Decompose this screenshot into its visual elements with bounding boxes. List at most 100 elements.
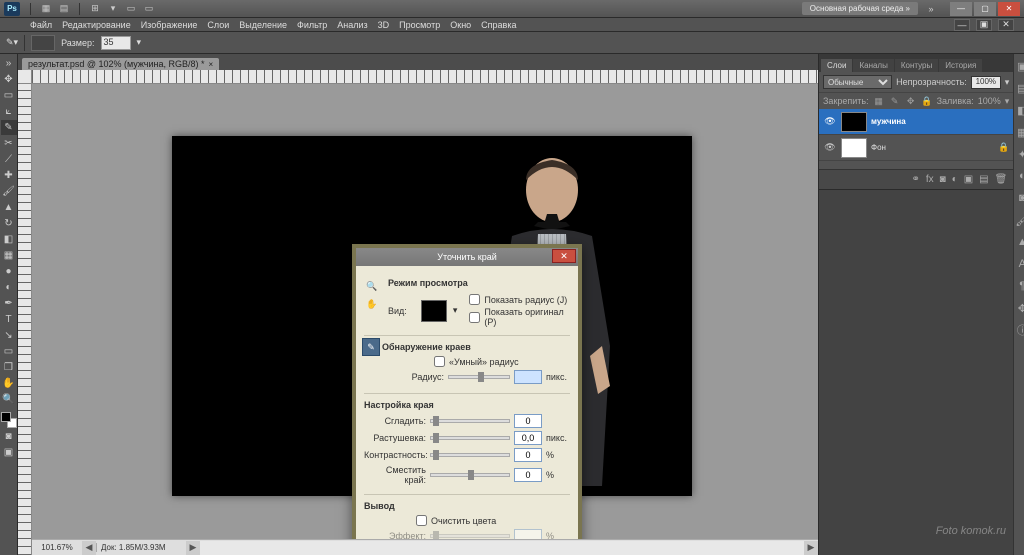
brush-tool[interactable]: 🖌 bbox=[1, 184, 17, 199]
tab-paths[interactable]: Контуры bbox=[895, 59, 938, 72]
arrange-icon[interactable]: ▭ bbox=[124, 2, 138, 16]
eyedropper-tool[interactable]: ⟋ bbox=[1, 152, 17, 167]
document-tab[interactable]: результат.psd @ 102% (мужчина, RGB/8) * … bbox=[22, 58, 219, 70]
tab-channels[interactable]: Каналы bbox=[853, 59, 893, 72]
scroll-left-icon[interactable]: ◀ bbox=[82, 541, 96, 555]
cs-live-icon[interactable]: » bbox=[924, 2, 938, 16]
collapsed-swatches-icon[interactable]: ▦ bbox=[1014, 124, 1024, 140]
collapsed-info-icon[interactable]: ⓘ bbox=[1014, 322, 1024, 338]
view-dropdown-icon[interactable]: ▾ bbox=[453, 305, 458, 316]
menu-window[interactable]: Окно bbox=[450, 20, 471, 30]
adjustment-layer-icon[interactable]: ◐ bbox=[952, 174, 958, 185]
show-original-checkbox[interactable] bbox=[469, 312, 480, 323]
collapsed-nav-icon[interactable]: ✥ bbox=[1014, 300, 1024, 316]
healing-tool[interactable]: ✚ bbox=[1, 168, 17, 183]
smooth-input[interactable] bbox=[514, 414, 542, 428]
layer-style-icon[interactable]: fx bbox=[926, 174, 934, 185]
new-layer-icon[interactable]: ▤ bbox=[979, 174, 988, 185]
collapsed-adjust-icon[interactable]: ◐ bbox=[1014, 168, 1024, 184]
feather-slider[interactable] bbox=[430, 436, 510, 440]
scroll-right-icon[interactable]: ▶ bbox=[804, 541, 818, 555]
lock-all-icon[interactable]: 🔒 bbox=[921, 95, 933, 107]
lock-position-icon[interactable]: ✥ bbox=[905, 95, 917, 107]
zoom-level[interactable]: 101.67% bbox=[32, 543, 82, 552]
delete-layer-icon[interactable]: 🗑 bbox=[995, 174, 1008, 185]
layer-name[interactable]: мужчина bbox=[871, 117, 906, 126]
menu-image[interactable]: Изображение bbox=[141, 20, 198, 30]
horizontal-scrollbar[interactable] bbox=[200, 541, 804, 555]
crop-tool[interactable]: ✂ bbox=[1, 136, 17, 151]
size-input[interactable]: 35 bbox=[101, 36, 131, 50]
quick-select-tool[interactable]: ✎ bbox=[1, 120, 17, 135]
marquee-tool[interactable]: ▭ bbox=[1, 88, 17, 103]
menu-select[interactable]: Выделение bbox=[239, 20, 287, 30]
eraser-tool[interactable]: ◧ bbox=[1, 232, 17, 247]
canvas[interactable]: Уточнить край ✕ 🔍 ✋ bbox=[172, 136, 692, 496]
decontaminate-checkbox[interactable] bbox=[416, 515, 427, 526]
type-tool[interactable]: T bbox=[1, 312, 17, 327]
stamp-tool[interactable]: ▲ bbox=[1, 200, 17, 215]
refine-radius-tool[interactable]: ✎ bbox=[362, 338, 380, 356]
layer-mask-icon[interactable]: ◙ bbox=[940, 174, 946, 185]
contrast-slider[interactable] bbox=[430, 453, 510, 457]
hand-tool-icon[interactable]: ✋ bbox=[364, 296, 380, 312]
view-extras-icon[interactable]: ⊞ bbox=[88, 2, 102, 16]
layer-row[interactable]: 👁 Фон 🔒 bbox=[819, 135, 1013, 161]
blend-mode-select[interactable]: Обычные bbox=[823, 75, 892, 89]
path-select-tool[interactable]: ↘ bbox=[1, 328, 17, 343]
tab-close-icon[interactable]: × bbox=[209, 60, 214, 69]
gradient-tool[interactable]: ▦ bbox=[1, 248, 17, 263]
contrast-input[interactable] bbox=[514, 448, 542, 462]
foreground-color[interactable] bbox=[1, 412, 11, 422]
dodge-tool[interactable]: ◐ bbox=[1, 280, 17, 295]
collapsed-char-icon[interactable]: A bbox=[1014, 256, 1024, 272]
menu-edit[interactable]: Редактирование bbox=[62, 20, 131, 30]
menu-3d[interactable]: 3D bbox=[378, 20, 390, 30]
pen-tool[interactable]: ✒ bbox=[1, 296, 17, 311]
zoom-level-icon[interactable]: ▾ bbox=[106, 2, 120, 16]
lock-pixels-icon[interactable]: ✎ bbox=[889, 95, 901, 107]
color-swatches[interactable] bbox=[1, 412, 17, 428]
menu-file[interactable]: Файл bbox=[30, 20, 52, 30]
maximize-button[interactable]: ▢ bbox=[974, 2, 996, 16]
shift-slider[interactable]: .dlg-row:nth-last-child(1) .slider::afte… bbox=[430, 473, 510, 477]
layer-row[interactable]: 👁 мужчина bbox=[819, 109, 1013, 135]
tool-preset-icon[interactable]: ✎▾ bbox=[6, 37, 18, 48]
collapsed-styles-icon[interactable]: ✦ bbox=[1014, 146, 1024, 162]
radius-input[interactable] bbox=[514, 370, 542, 384]
collapsed-brush-icon[interactable]: 🖌 bbox=[1014, 212, 1024, 228]
radius-slider[interactable] bbox=[448, 375, 510, 379]
link-layers-icon[interactable]: ⚭ bbox=[911, 174, 919, 185]
quick-mask-icon[interactable]: ◙ bbox=[1, 429, 17, 444]
brush-preview[interactable] bbox=[31, 35, 55, 51]
size-dropdown-icon[interactable]: ▾ bbox=[137, 37, 142, 48]
tab-history[interactable]: История bbox=[939, 59, 982, 72]
lasso-tool[interactable]: ⟀ bbox=[1, 104, 17, 119]
dialog-close-button[interactable]: ✕ bbox=[552, 249, 576, 263]
layer-thumbnail[interactable] bbox=[841, 138, 867, 158]
minimize-button[interactable]: — bbox=[950, 2, 972, 16]
workspace-switcher[interactable]: Основная рабочая среда » bbox=[802, 2, 918, 15]
layer-name[interactable]: Фон bbox=[871, 143, 886, 152]
show-radius-checkbox[interactable] bbox=[469, 294, 480, 305]
screen-mode-tool[interactable]: ▣ bbox=[1, 445, 17, 460]
dialog-titlebar[interactable]: Уточнить край ✕ bbox=[356, 248, 578, 266]
visibility-icon[interactable]: 👁 bbox=[823, 116, 837, 127]
feather-input[interactable] bbox=[514, 431, 542, 445]
shape-tool[interactable]: ▭ bbox=[1, 344, 17, 359]
shift-input[interactable] bbox=[514, 468, 542, 482]
zoom-tool-icon[interactable]: 🔍 bbox=[364, 278, 380, 294]
vertical-ruler[interactable] bbox=[18, 84, 32, 555]
doc-restore-icon[interactable]: ▣ bbox=[976, 19, 992, 31]
visibility-icon[interactable]: 👁 bbox=[823, 142, 837, 153]
expand-arrow-icon[interactable]: » bbox=[1, 56, 17, 71]
close-button[interactable]: ✕ bbox=[998, 2, 1020, 16]
collapsed-actions-icon[interactable]: ▤ bbox=[1014, 80, 1024, 96]
menu-view[interactable]: Просмотр bbox=[399, 20, 440, 30]
mini-bridge-icon[interactable]: ▤ bbox=[57, 2, 71, 16]
view-preview[interactable] bbox=[421, 300, 447, 322]
screen-mode-icon[interactable]: ▭ bbox=[142, 2, 156, 16]
group-icon[interactable]: ▣ bbox=[964, 174, 973, 185]
smooth-slider[interactable] bbox=[430, 419, 510, 423]
menu-filter[interactable]: Фильтр bbox=[297, 20, 327, 30]
